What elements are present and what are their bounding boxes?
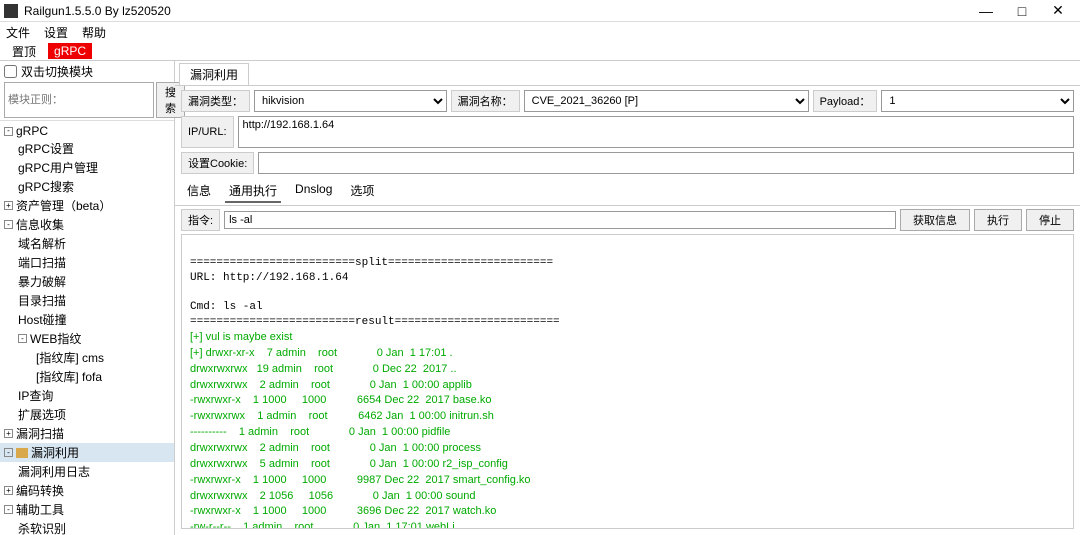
tree-item[interactable]: +编码转换 [0, 481, 174, 500]
expander-icon[interactable]: + [4, 429, 13, 438]
module-filter-input[interactable] [4, 82, 154, 118]
tree-item-label: gRPC用户管理 [18, 159, 98, 176]
tab-grpc[interactable]: gRPC [48, 43, 92, 59]
tree-item-label: 资产管理（beta） [16, 197, 111, 214]
tree-item-label: 目录扫描 [18, 292, 66, 309]
tree-item-label: WEB指纹 [30, 330, 81, 347]
expander-icon[interactable]: - [4, 448, 13, 457]
label-cookie: 设置Cookie: [181, 152, 254, 174]
inner-tab-options[interactable]: 选项 [346, 180, 378, 203]
tree-item-label: 暴力破解 [18, 273, 66, 290]
main-area: 双击切换模块 搜索 -gRPCgRPC设置gRPC用户管理gRPC搜索+资产管理… [0, 60, 1080, 535]
toggle-module-checkbox[interactable] [4, 65, 17, 78]
tree-item[interactable]: 域名解析 [0, 234, 174, 253]
folder-icon [16, 448, 28, 458]
tree-item[interactable]: Host碰撞 [0, 310, 174, 329]
expander-icon[interactable]: - [18, 334, 27, 343]
tree-item[interactable]: gRPC设置 [0, 139, 174, 158]
toggle-module-label: 双击切换模块 [21, 63, 93, 80]
menu-file[interactable]: 文件 [6, 24, 30, 41]
select-vuln-type[interactable]: hikvision [254, 90, 447, 112]
tree-item[interactable]: 杀软识别 [0, 519, 174, 535]
window-title: Railgun1.5.5.0 By lz520520 [24, 4, 968, 18]
tree-item-label: 信息收集 [16, 216, 64, 233]
tree-item-label: 漏洞利用 [31, 444, 79, 461]
tree-item[interactable]: -辅助工具 [0, 500, 174, 519]
tree-item[interactable]: 扩展选项 [0, 405, 174, 424]
inner-tab-info[interactable]: 信息 [183, 180, 215, 203]
tree-item-label: 漏洞扫描 [16, 425, 64, 442]
inner-tab-dnslog[interactable]: Dnslog [291, 180, 336, 203]
output-console[interactable]: =========================split==========… [181, 234, 1074, 529]
tree-item-label: gRPC设置 [18, 140, 74, 157]
command-row: 指令: 获取信息 执行 停止 [175, 206, 1080, 234]
expander-icon[interactable]: - [4, 505, 13, 514]
tree-item-label: IP查询 [18, 387, 53, 404]
tree-item[interactable]: -gRPC [0, 123, 174, 139]
tree-item-label: 编码转换 [16, 482, 64, 499]
tree-item-label: 杀软识别 [18, 520, 66, 535]
module-tree: -gRPCgRPC设置gRPC用户管理gRPC搜索+资产管理（beta）-信息收… [0, 121, 174, 535]
maximize-button[interactable]: □ [1004, 3, 1040, 19]
tree-item[interactable]: - 漏洞利用 [0, 443, 174, 462]
expander-icon[interactable]: + [4, 201, 13, 210]
select-payload[interactable]: 1 [881, 90, 1074, 112]
label-payload: Payload： [813, 90, 878, 112]
expander-icon[interactable]: + [4, 486, 13, 495]
label-cmd: 指令: [181, 209, 220, 231]
sidebar: 双击切换模块 搜索 -gRPCgRPC设置gRPC用户管理gRPC搜索+资产管理… [0, 61, 175, 535]
tree-item-label: gRPC搜索 [18, 178, 74, 195]
expander-icon[interactable]: - [4, 220, 13, 229]
tree-item[interactable]: IP查询 [0, 386, 174, 405]
tree-item-label: [指纹库] cms [36, 349, 104, 366]
tree-item-label: 端口扫描 [18, 254, 66, 271]
top-tabs-row: 置顶 gRPC [0, 42, 1080, 60]
tree-item[interactable]: -信息收集 [0, 215, 174, 234]
button-stop[interactable]: 停止 [1026, 209, 1074, 231]
tree-item-label: 扩展选项 [18, 406, 66, 423]
menu-bar: 文件 设置 帮助 [0, 22, 1080, 42]
close-button[interactable]: ✕ [1040, 2, 1076, 19]
tab-exploit[interactable]: 漏洞利用 [179, 63, 249, 85]
tree-item[interactable]: -WEB指纹 [0, 329, 174, 348]
tree-item-label: 域名解析 [18, 235, 66, 252]
menu-help[interactable]: 帮助 [82, 24, 106, 41]
tree-item[interactable]: gRPC搜索 [0, 177, 174, 196]
tree-item[interactable]: 暴力破解 [0, 272, 174, 291]
label-vuln-type: 漏洞类型： [181, 90, 250, 112]
app-icon [4, 4, 18, 18]
select-vuln-name[interactable]: CVE_2021_36260 [P] [524, 90, 809, 112]
expander-icon[interactable]: - [4, 127, 13, 136]
tree-item[interactable]: 漏洞利用日志 [0, 462, 174, 481]
tree-item[interactable]: +资产管理（beta） [0, 196, 174, 215]
exploit-form: 漏洞类型： hikvision 漏洞名称： CVE_2021_36260 [P]… [175, 86, 1080, 178]
menu-settings[interactable]: 设置 [44, 24, 68, 41]
tree-item[interactable]: 端口扫描 [0, 253, 174, 272]
content-panel: 漏洞利用 漏洞类型： hikvision 漏洞名称： CVE_2021_3626… [175, 61, 1080, 535]
tree-item[interactable]: 目录扫描 [0, 291, 174, 310]
inner-tab-exec[interactable]: 通用执行 [225, 180, 281, 203]
button-exec[interactable]: 执行 [974, 209, 1022, 231]
input-cookie[interactable] [258, 152, 1074, 174]
sidebar-header: 双击切换模块 搜索 [0, 61, 174, 121]
input-ipurl[interactable] [238, 116, 1074, 148]
inner-tabs: 信息 通用执行 Dnslog 选项 [175, 178, 1080, 206]
tree-item[interactable]: gRPC用户管理 [0, 158, 174, 177]
tree-item-label: 漏洞利用日志 [18, 463, 90, 480]
tree-item-label: [指纹库] fofa [36, 368, 102, 385]
label-ipurl: IP/URL: [181, 116, 234, 148]
input-cmd[interactable] [224, 211, 896, 229]
tree-item-label: gRPC [16, 124, 48, 138]
button-getinfo[interactable]: 获取信息 [900, 209, 970, 231]
tree-item-label: Host碰撞 [18, 311, 67, 328]
tree-item[interactable]: [指纹库] fofa [0, 367, 174, 386]
tree-item-label: 辅助工具 [16, 501, 64, 518]
minimize-button[interactable]: — [968, 3, 1004, 19]
tree-item[interactable]: [指纹库] cms [0, 348, 174, 367]
content-tabs: 漏洞利用 [175, 61, 1080, 86]
label-vuln-name: 漏洞名称： [451, 90, 520, 112]
tab-pin[interactable]: 置顶 [6, 42, 42, 61]
title-bar: Railgun1.5.5.0 By lz520520 — □ ✕ [0, 0, 1080, 22]
tree-item[interactable]: +漏洞扫描 [0, 424, 174, 443]
